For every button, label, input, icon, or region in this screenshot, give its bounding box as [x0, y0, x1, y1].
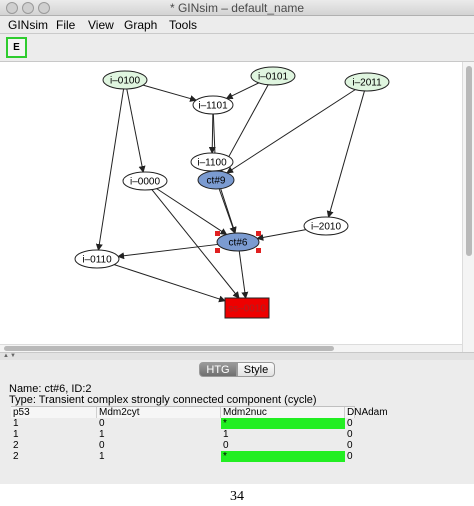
- state-transition-graph: i–0100 i–0101 i–2011 i–1101 i–1100 ct#9 i–0000…: [74, 66, 390, 319]
- state-table: p53 Mdm2cyt Mdm2nuc DNAdam 1 0 * 0 1 1 1…: [11, 406, 388, 462]
- toolbar: E: [0, 34, 474, 62]
- app-window: * GINsim – default_name GINsim File View…: [0, 0, 474, 484]
- graph-node-ct6[interactable]: ct#6: [215, 231, 261, 253]
- node-layer: i–0100 i–0101 i–2011 i–1101 i–1100 ct#9 i–0000…: [74, 66, 390, 319]
- table-cell: 0: [347, 429, 353, 440]
- menu-graph[interactable]: Graph: [124, 18, 157, 32]
- menu-bar: GINsim File View Graph Tools: [0, 17, 474, 34]
- graph-node-ss0010[interactable]: ss–0010: [224, 297, 270, 319]
- selection-handle[interactable]: [215, 231, 220, 236]
- edge-i0100-to-i0110[interactable]: [95, 88, 125, 252]
- node-label: i–0101: [258, 72, 288, 83]
- node-label: i–0100: [110, 76, 140, 87]
- graph-node-i0110[interactable]: i–0110: [74, 249, 120, 269]
- graph-node-i1100[interactable]: i–1100: [190, 152, 234, 172]
- edge-ct6-to-ss0010[interactable]: [238, 250, 249, 299]
- tab-style[interactable]: Style: [237, 362, 275, 377]
- table-cell-highlighted: *: [221, 418, 345, 429]
- node-label: ss–0010: [228, 304, 266, 315]
- edge-i2011-to-i2010[interactable]: [326, 90, 365, 219]
- table-cell: 2: [13, 440, 19, 451]
- edge-i0100-to-i1101[interactable]: [142, 84, 198, 102]
- edit-mode-button[interactable]: E: [6, 37, 27, 58]
- selection-handle[interactable]: [215, 248, 220, 253]
- table-cell: 1: [13, 418, 19, 429]
- horizontal-scrollbar[interactable]: [0, 344, 462, 352]
- node-label: i–2011: [352, 78, 382, 89]
- table-row[interactable]: 1 1 1 0: [11, 429, 355, 440]
- page-number: 34: [230, 489, 244, 504]
- table-cell: 0: [347, 418, 353, 429]
- table-row[interactable]: 1 0 * 0: [11, 418, 355, 429]
- node-label: i–0000: [130, 177, 160, 188]
- selection-handle[interactable]: [256, 248, 261, 253]
- edge-ct6-to-i0110[interactable]: [117, 243, 218, 260]
- node-label: i–2010: [311, 222, 341, 233]
- menu-file[interactable]: File: [56, 18, 75, 32]
- node-label: i–1100: [197, 158, 227, 169]
- tab-bar: HTG Style: [0, 360, 474, 380]
- edge-i2011-to-ct9[interactable]: [226, 89, 356, 174]
- edge-i2010-to-ct6[interactable]: [256, 229, 306, 241]
- graph-node-i0100[interactable]: i–0100: [102, 70, 148, 90]
- table-row[interactable]: 2 0 0 0: [11, 440, 355, 451]
- table-cell: 0: [99, 440, 105, 451]
- split-up-arrow-icon[interactable]: ▲: [3, 353, 9, 359]
- tab-htg[interactable]: HTG: [199, 362, 237, 377]
- vertical-scrollbar[interactable]: [462, 62, 474, 352]
- graph-node-i2011[interactable]: i–2011: [344, 72, 390, 92]
- menu-view[interactable]: View: [88, 18, 114, 32]
- details-panel: Name: ct#6, ID:2 Type: Transient complex…: [4, 380, 470, 482]
- node-label: ct#6: [229, 238, 248, 249]
- node-label: i–0110: [82, 255, 112, 266]
- horizontal-scroll-thumb[interactable]: [4, 346, 334, 351]
- table-cell: 0: [347, 451, 353, 462]
- edge-i0101-to-i1101[interactable]: [225, 82, 260, 99]
- edge-i0000-to-ct6[interactable]: [156, 188, 228, 236]
- table-row[interactable]: 2 1 * 0: [11, 451, 355, 462]
- table-cell-highlighted: *: [221, 451, 345, 462]
- edge-ct9-to-ct6[interactable]: [218, 188, 237, 235]
- table-cell: 0: [99, 418, 105, 429]
- column-header: p53: [11, 407, 97, 418]
- table-cell: 1: [223, 429, 229, 440]
- graph-canvas[interactable]: i–0100 i–0101 i–2011 i–1101 i–1100 ct#9 i–0000…: [0, 62, 462, 344]
- column-header: DNAdam: [345, 407, 388, 418]
- edge-i1101-to-i1100[interactable]: [208, 113, 216, 155]
- panel-splitter[interactable]: ▲ ▼: [0, 352, 474, 360]
- window-title: * GINsim – default_name: [169, 1, 305, 15]
- graph-node-i1101[interactable]: i–1101: [192, 95, 234, 115]
- graph-node-i2010[interactable]: i–2010: [303, 216, 349, 236]
- column-header: Mdm2nuc: [221, 407, 345, 418]
- edge-i0100-to-i0000[interactable]: [126, 88, 146, 174]
- table-cell: 1: [99, 429, 105, 440]
- menu-ginsim[interactable]: GINsim: [8, 18, 48, 32]
- node-type-line: Type: Transient complex strongly connect…: [9, 394, 317, 406]
- table-cell: 1: [13, 429, 19, 440]
- table-cell: 2: [13, 451, 19, 462]
- graph-node-ct9[interactable]: ct#9: [197, 170, 235, 190]
- graph-node-i0000[interactable]: i–0000: [122, 171, 168, 191]
- table-cell: 0: [347, 440, 353, 451]
- menu-tools[interactable]: Tools: [169, 18, 197, 32]
- node-label: i–1101: [198, 101, 228, 112]
- table-cell: 0: [223, 440, 229, 451]
- edge-i0110-to-ss0010[interactable]: [114, 264, 226, 303]
- title-bar: * GINsim – default_name: [0, 0, 474, 16]
- graph-node-i0101[interactable]: i–0101: [250, 66, 296, 86]
- table-cell: 1: [99, 451, 105, 462]
- node-label: ct#9: [207, 176, 226, 187]
- vertical-scroll-thumb[interactable]: [466, 66, 472, 256]
- column-header: Mdm2cyt: [97, 407, 221, 418]
- table-header: p53 Mdm2cyt Mdm2nuc DNAdam: [11, 407, 388, 418]
- selection-handle[interactable]: [256, 231, 261, 236]
- split-down-arrow-icon[interactable]: ▼: [10, 353, 16, 359]
- edge-layer: [95, 82, 365, 303]
